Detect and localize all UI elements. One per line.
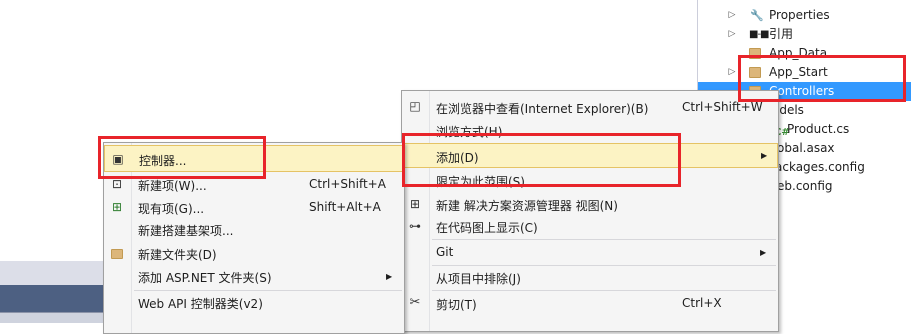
code-map-icon: ⊶ bbox=[409, 219, 421, 233]
menu-separator bbox=[432, 265, 776, 266]
status-bar bbox=[0, 285, 103, 312]
references-icon: ■-■ bbox=[749, 29, 770, 40]
wrench-icon: 🔧 bbox=[750, 9, 764, 22]
menu-item-label: Git bbox=[436, 245, 454, 259]
menu-item-new-solution-view[interactable]: ⊞ 新建 解决方案资源管理器 视图(N) bbox=[402, 194, 778, 216]
menu-item-existing-item[interactable]: ⊞ 现有项(G)... Shift+Alt+A bbox=[104, 197, 404, 219]
menu-item-shortcut: Ctrl+Shift+A bbox=[309, 177, 386, 191]
menu-item-label: 在代码图上显示(C) bbox=[436, 221, 538, 235]
menu-item-label: Web API 控制器类(v2) bbox=[138, 297, 263, 311]
menu-item-web-api-controller[interactable]: Web API 控制器类(v2) bbox=[104, 292, 404, 314]
tree-item-label: ackages.config bbox=[775, 160, 865, 174]
tree-item-label: Product.cs bbox=[787, 122, 850, 136]
submenu-arrow-icon: ▶ bbox=[760, 248, 767, 257]
menu-item-new-folder[interactable]: 新建文件夹(D) bbox=[104, 243, 404, 265]
tree-item-label: Properties bbox=[769, 8, 830, 22]
new-item-icon: ⊡ bbox=[111, 177, 123, 191]
expand-arrow-icon[interactable]: ▷ bbox=[727, 25, 737, 44]
menu-item-label: 现有项(G)... bbox=[138, 202, 205, 216]
menu-item-label: 剪切(T) bbox=[436, 298, 477, 312]
menu-item-new-scaffolded-item[interactable]: 新建搭建基架项... bbox=[104, 219, 404, 241]
expand-arrow-icon[interactable]: ▷ bbox=[727, 6, 737, 25]
menu-item-label: 新建项(W)... bbox=[138, 179, 207, 193]
menu-item-label: 在浏览器中查看(Internet Explorer)(B) bbox=[436, 102, 649, 116]
menu-separator bbox=[432, 290, 776, 291]
new-folder-icon bbox=[111, 249, 123, 259]
menu-item-cut[interactable]: ✂ 剪切(T) Ctrl+X bbox=[402, 293, 778, 315]
tree-item-label: obal.asax bbox=[777, 141, 835, 155]
tree-item-project[interactable] bbox=[698, 0, 911, 5]
menu-item-shortcut: Ctrl+X bbox=[682, 296, 722, 310]
toolbar-strip bbox=[0, 312, 103, 323]
existing-item-icon: ⊞ bbox=[111, 200, 123, 214]
menu-item-shortcut: Shift+Alt+A bbox=[309, 200, 381, 214]
editor-tab-strip bbox=[0, 261, 103, 285]
context-menu: ◰ 在浏览器中查看(Internet Explorer)(B) Ctrl+Shi… bbox=[401, 90, 779, 332]
menu-item-label: 新建文件夹(D) bbox=[138, 248, 217, 262]
menu-separator bbox=[432, 239, 776, 240]
menu-item-show-on-code-map[interactable]: ⊶ 在代码图上显示(C) bbox=[402, 216, 778, 238]
tree-item-label: eb.config bbox=[777, 179, 833, 193]
submenu-arrow-icon: ▶ bbox=[386, 272, 393, 281]
menu-item-label: 新建搭建基架项... bbox=[138, 224, 234, 238]
menu-separator bbox=[134, 290, 402, 291]
menu-item-label: 添加 ASP.NET 文件夹(S) bbox=[138, 271, 272, 285]
menu-item-exclude-from-project[interactable]: 从项目中排除(J) bbox=[402, 267, 778, 289]
menu-item-view-in-browser[interactable]: ◰ 在浏览器中查看(Internet Explorer)(B) Ctrl+Shi… bbox=[402, 96, 778, 118]
annotation-box-controller bbox=[98, 136, 266, 179]
tree-item-label: 引用 bbox=[769, 27, 794, 41]
menu-item-git[interactable]: Git ▶ bbox=[402, 242, 778, 264]
submenu-arrow-icon: ▶ bbox=[761, 151, 768, 160]
menu-item-add-aspnet-folder[interactable]: 添加 ASP.NET 文件夹(S) ▶ bbox=[104, 266, 404, 288]
new-view-icon: ⊞ bbox=[409, 197, 421, 211]
expand-arrow-icon[interactable]: ▷ bbox=[727, 63, 737, 82]
browser-view-icon: ◰ bbox=[409, 99, 421, 113]
cut-icon: ✂ bbox=[409, 295, 421, 310]
menu-item-label: 从项目中排除(J) bbox=[436, 272, 521, 286]
tree-item-properties[interactable]: ▷ 🔧 Properties bbox=[698, 6, 911, 25]
tree-item-references[interactable]: ▷ ■-■ 引用 bbox=[698, 25, 911, 44]
menu-item-label: 新建 解决方案资源管理器 视图(N) bbox=[436, 199, 618, 213]
annotation-box-add bbox=[402, 133, 681, 187]
menu-item-shortcut: Ctrl+Shift+W bbox=[682, 100, 763, 114]
annotation-box-controllers bbox=[738, 55, 906, 102]
